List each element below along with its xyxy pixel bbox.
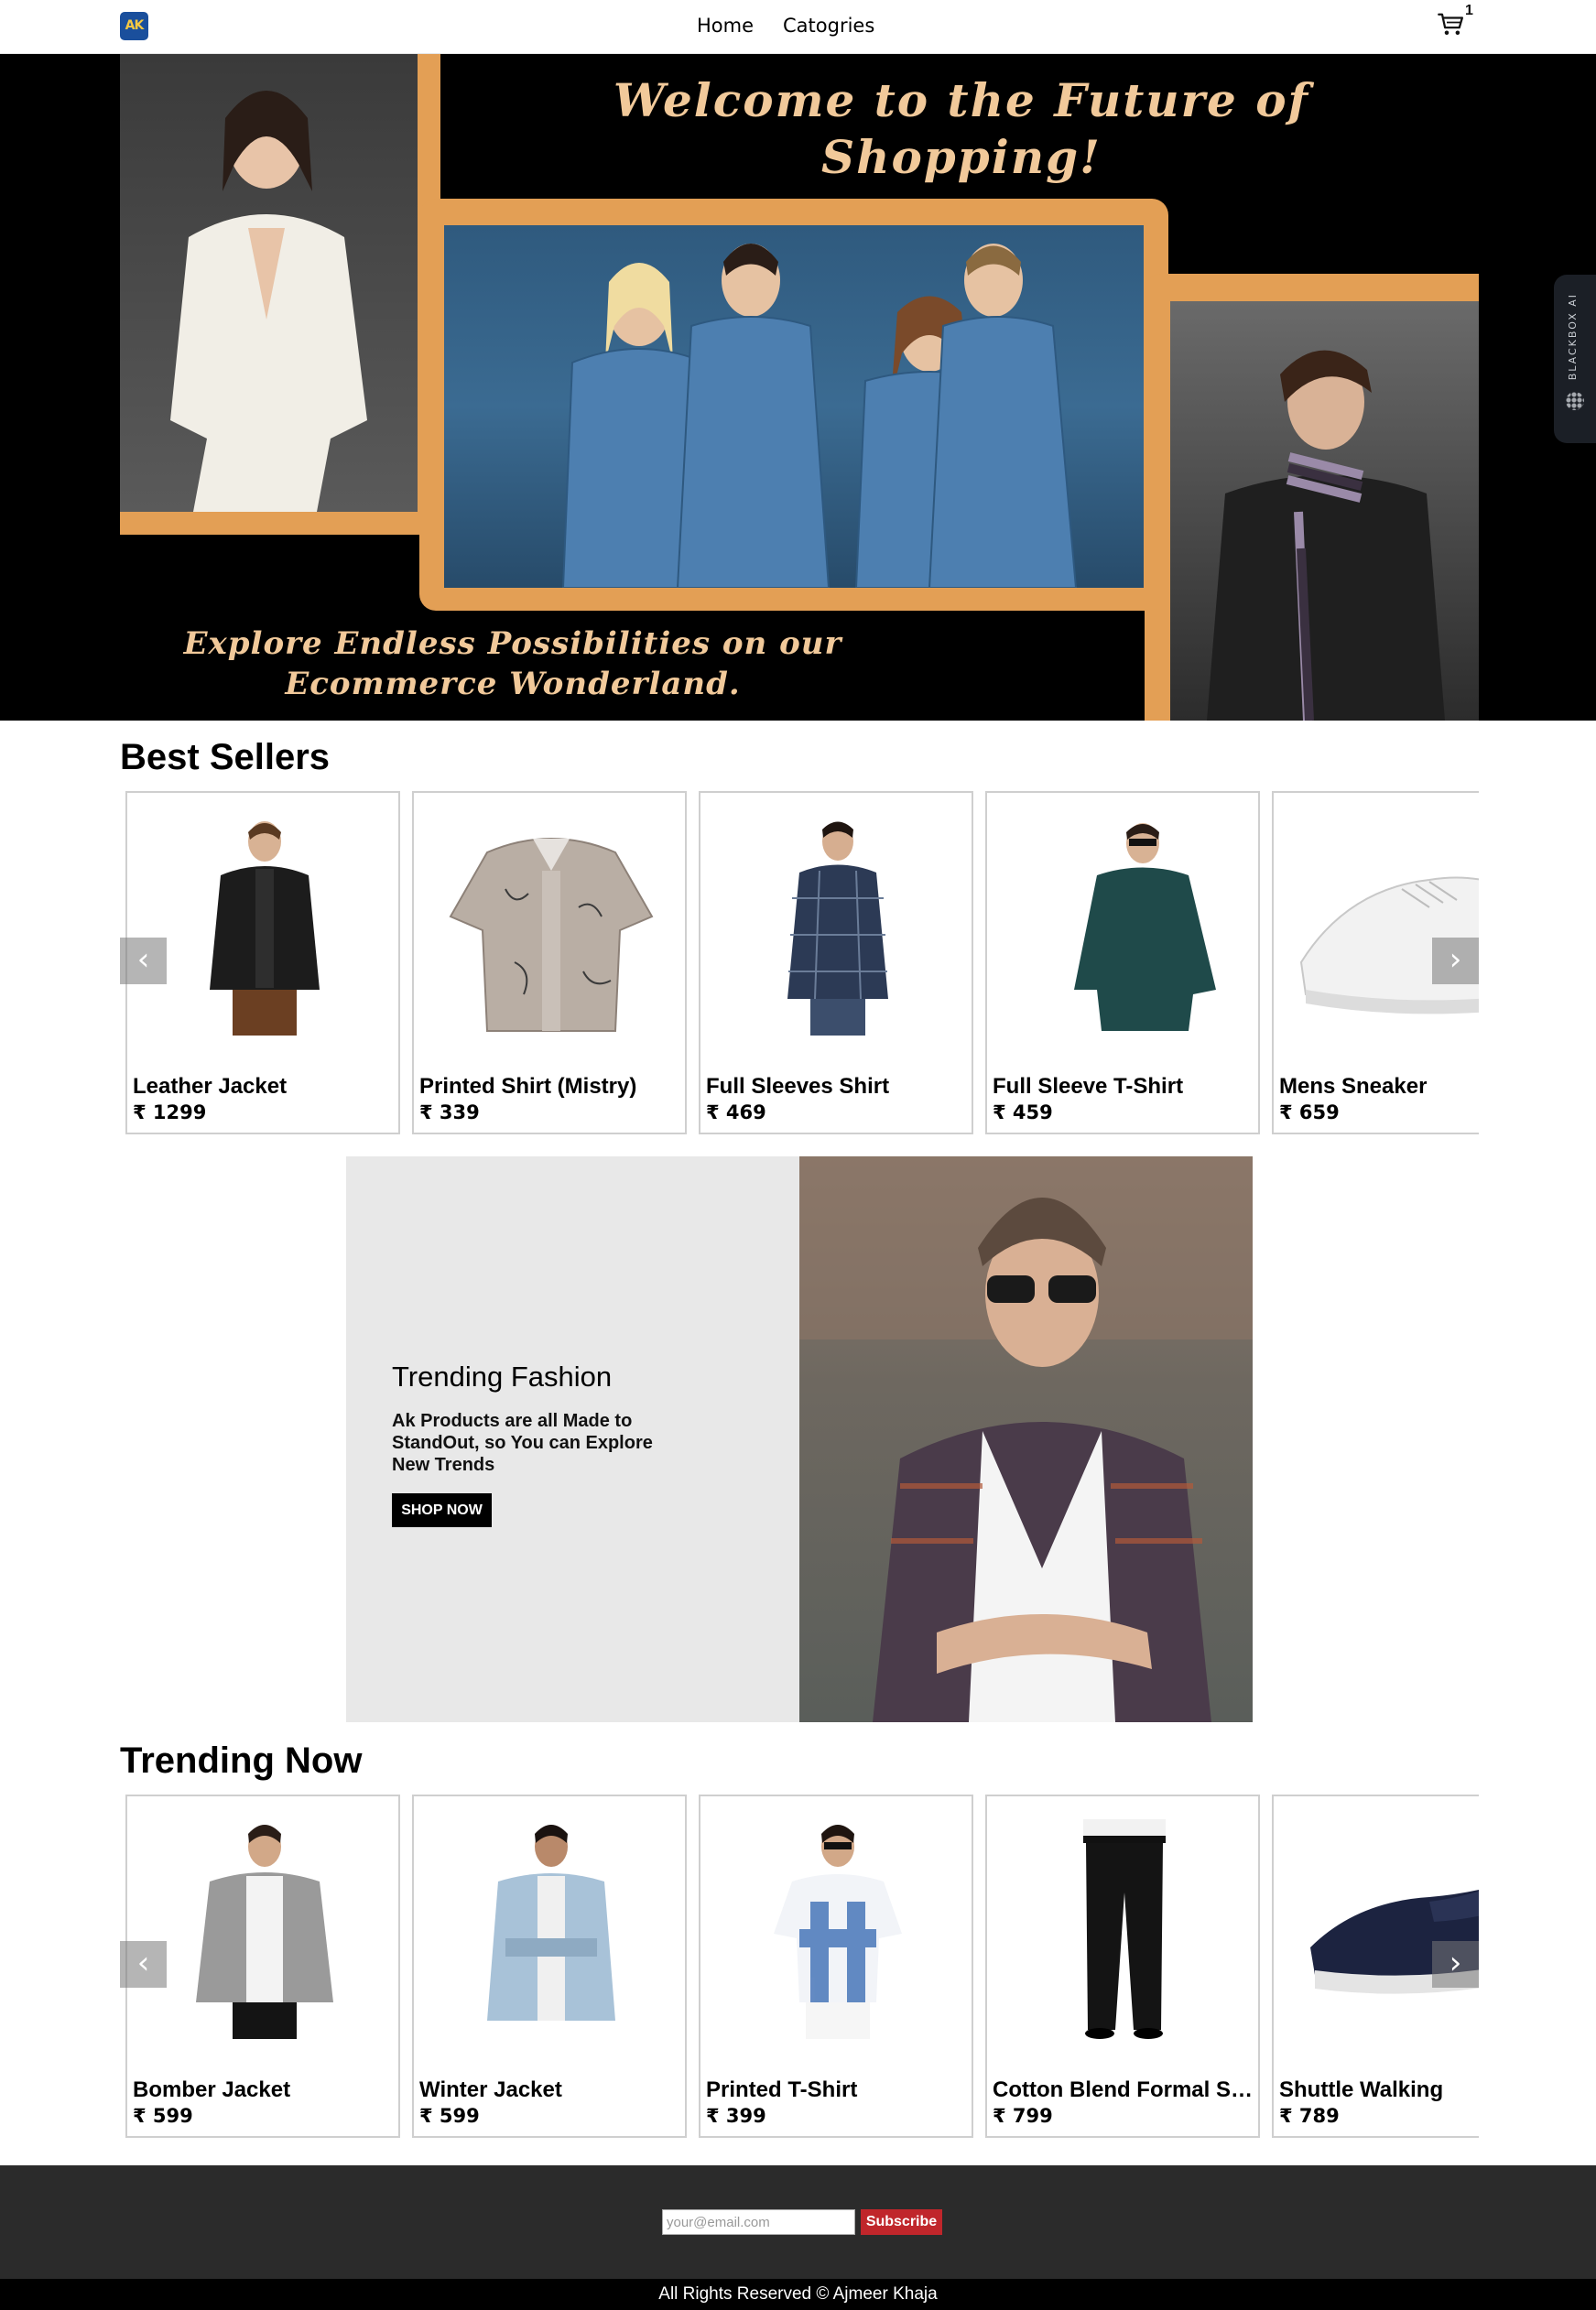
- chevron-left-icon[interactable]: ‹: [120, 1941, 167, 1988]
- email-input[interactable]: [662, 2209, 855, 2235]
- product-price: ₹ 799: [993, 2105, 1053, 2127]
- product-card[interactable]: Full Sleeves Shirt ₹ 469: [699, 791, 973, 1134]
- subscribe-button[interactable]: Subscribe: [861, 2209, 942, 2235]
- product-image-winter-jacket: [487, 1825, 615, 2021]
- product-image-printed-tshirt: [774, 1825, 902, 2039]
- product-card[interactable]: Leather Jacket ₹ 1299: [125, 791, 400, 1134]
- blackbox-ai-side-tab[interactable]: BLACKBOX AI: [1554, 275, 1596, 443]
- logo[interactable]: AK: [120, 12, 148, 40]
- product-price: ₹ 599: [419, 2105, 480, 2127]
- hero-model-man-image: [1170, 301, 1479, 721]
- product-name: Winter Jacket: [419, 2077, 562, 2102]
- product-card[interactable]: Bomber Jacket ₹ 599: [125, 1795, 400, 2138]
- hero-model-woman-image: [120, 54, 418, 512]
- product-price: ₹ 599: [133, 2105, 193, 2127]
- product-price: ₹ 459: [993, 1101, 1053, 1123]
- trending-now-title: Trending Now: [120, 1741, 363, 1781]
- hero-group-image: [444, 225, 1144, 588]
- cart-icon[interactable]: [1438, 11, 1465, 38]
- product-price: ₹ 339: [419, 1101, 480, 1123]
- promo-title: Trending Fashion: [392, 1361, 613, 1393]
- cart-count-badge: 1: [1465, 3, 1473, 18]
- shop-now-button[interactable]: SHOP NOW: [392, 1493, 492, 1527]
- product-name: Leather Jacket: [133, 1074, 288, 1099]
- product-name: Shuttle Walking: [1279, 2077, 1444, 2102]
- product-card[interactable]: Winter Jacket ₹ 599: [412, 1795, 687, 2138]
- product-image-full-sleeves-shirt: [787, 821, 888, 1036]
- product-name: Full Sleeve T-Shirt: [993, 1074, 1184, 1099]
- product-image-walking-shoe: [1310, 1890, 1479, 1994]
- product-name: Printed T-Shirt: [706, 2077, 858, 2102]
- nav-categories-link[interactable]: Catogries: [783, 15, 874, 37]
- footer: Subscribe: [0, 2165, 1596, 2279]
- product-name: Mens Sneaker: [1279, 1074, 1428, 1099]
- side-tab-label: BLACKBOX AI: [1567, 293, 1579, 381]
- navbar: AK Home Catogries 1: [0, 0, 1596, 54]
- chevron-right-icon[interactable]: ›: [1432, 938, 1479, 984]
- chevron-left-icon[interactable]: ‹: [120, 938, 167, 984]
- product-name: Full Sleeves Shirt: [706, 1074, 890, 1099]
- product-card[interactable]: Full Sleeve T-Shirt ₹ 459: [985, 791, 1260, 1134]
- dots-icon: [1566, 392, 1584, 410]
- product-image-formal-trousers: [1083, 1819, 1166, 2039]
- promo-text-panel: Trending Fashion Ak Products are all Mad…: [346, 1156, 799, 1722]
- product-image-leather-jacket: [210, 821, 320, 1036]
- product-name: Cotton Blend Formal Shirt: [993, 2077, 1258, 2102]
- best-sellers-title: Best Sellers: [120, 737, 331, 777]
- product-image-printed-shirt: [449, 838, 654, 1032]
- product-image-bomber-jacket: [196, 1825, 333, 2039]
- best-sellers-carousel: Leather Jacket ₹ 1299 Printed Shirt (Mis…: [120, 791, 1479, 1139]
- product-price: ₹ 469: [706, 1101, 766, 1123]
- product-price: ₹ 659: [1279, 1101, 1340, 1123]
- trending-fashion-promo: Trending Fashion Ak Products are all Mad…: [346, 1156, 1253, 1722]
- copyright-bar: All Rights Reserved © Ajmeer Khaja: [0, 2279, 1596, 2310]
- hero-subtitle: Explore Endless Possibilities on our Eco…: [183, 625, 842, 702]
- product-price: ₹ 1299: [133, 1101, 207, 1123]
- product-price: ₹ 789: [1279, 2105, 1340, 2127]
- product-image-mens-sneaker: [1299, 876, 1479, 1014]
- promo-model-image: [799, 1156, 1253, 1722]
- product-price: ₹ 399: [706, 2105, 766, 2127]
- hero-banner: Welcome to the Future of Shopping! Explo…: [0, 54, 1596, 721]
- product-card[interactable]: Printed T-Shirt ₹ 399: [699, 1795, 973, 2138]
- product-card[interactable]: Printed Shirt (Mistry) ₹ 339: [412, 791, 687, 1134]
- trending-now-carousel: Bomber Jacket ₹ 599 Winter Jacket ₹ 599 …: [120, 1795, 1479, 2142]
- product-card[interactable]: Cotton Blend Formal Shirt ₹ 799: [985, 1795, 1260, 2138]
- product-image-full-sleeve-tshirt: [1074, 823, 1216, 1031]
- hero-frame: [120, 512, 436, 535]
- product-name: Printed Shirt (Mistry): [419, 1074, 637, 1099]
- hero-title: Welcome to the Future of Shopping!: [613, 73, 1310, 184]
- nav-home-link[interactable]: Home: [697, 15, 754, 37]
- product-name: Bomber Jacket: [133, 2077, 291, 2102]
- chevron-right-icon[interactable]: ›: [1432, 1941, 1479, 1988]
- promo-description: Ak Products are all Made to StandOut, so…: [392, 1411, 653, 1475]
